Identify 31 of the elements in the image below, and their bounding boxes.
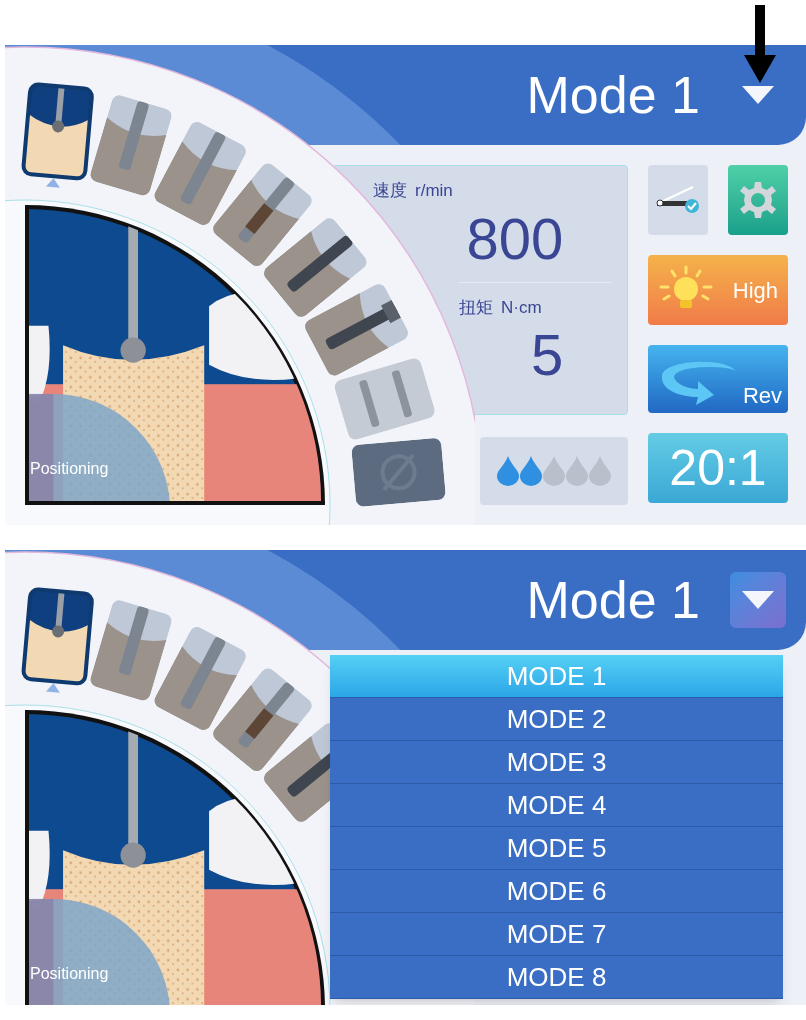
- mode-option[interactable]: MODE 6: [330, 870, 783, 913]
- lever-check-icon: [655, 185, 701, 215]
- mode-option[interactable]: MODE 5: [330, 827, 783, 870]
- water-drop-icon: [589, 456, 611, 486]
- speed-label: 速度: [373, 180, 407, 202]
- settings-icon: [738, 180, 778, 220]
- speed-unit: r/min: [415, 180, 453, 202]
- tool-thumbnail[interactable]: [20, 586, 95, 693]
- water-drop-icon: [497, 456, 519, 486]
- torque-unit: N·cm: [501, 296, 542, 319]
- positioning-label: Positioning: [30, 964, 109, 984]
- water-drop-icon: [520, 456, 542, 486]
- mode-option[interactable]: MODE 3: [330, 741, 783, 784]
- tool-thumbnail[interactable]: [20, 81, 95, 188]
- mode-title: Mode 1: [526, 574, 700, 626]
- torque-label: 扭矩: [459, 296, 493, 319]
- water-drop-icon: [543, 456, 565, 486]
- caret-icon: [742, 591, 774, 609]
- down-arrow-icon: [744, 5, 776, 83]
- caret-icon: [742, 86, 774, 104]
- mode-option[interactable]: MODE 4: [330, 784, 783, 827]
- torque-value: 5: [531, 326, 565, 384]
- mode-title: Mode 1: [526, 69, 700, 121]
- positioning-label: Positioning: [30, 459, 109, 479]
- calibration-button[interactable]: [648, 165, 708, 235]
- mode-option[interactable]: MODE 7: [330, 913, 783, 956]
- rotation-direction-button[interactable]: Rev: [648, 345, 788, 413]
- mode-option[interactable]: MODE 8: [330, 956, 783, 999]
- water-drop-icon: [566, 456, 588, 486]
- mode-option[interactable]: MODE 2: [330, 698, 783, 741]
- speed-value: 800: [466, 209, 564, 268]
